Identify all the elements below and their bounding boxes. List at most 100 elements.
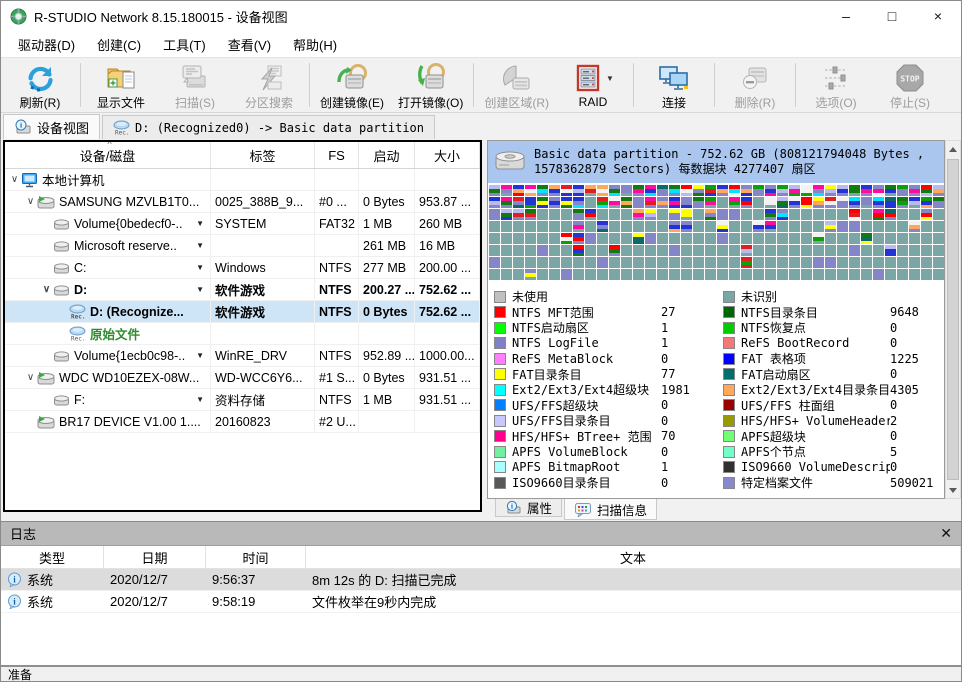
legend-item: APFS超级块0	[723, 429, 942, 445]
volume-icon	[53, 349, 70, 363]
table-row[interactable]: ∨D:▼软件游戏NTFS200.27 ...752.62 ...	[5, 279, 480, 301]
maximize-button[interactable]: □	[869, 1, 915, 31]
label-cell: Windows	[211, 257, 315, 278]
tree-column-header-2[interactable]: FS	[315, 142, 359, 168]
scan-block	[717, 269, 728, 280]
menu-item-2[interactable]: 工具(T)	[152, 31, 217, 58]
legend-count: 0	[890, 429, 942, 443]
tab-scan-information[interactable]: 扫描信息	[564, 499, 657, 520]
scan-block	[897, 197, 908, 208]
start-cell: 277 MB	[359, 257, 415, 278]
log-column-header-1[interactable]: 日期	[104, 546, 206, 568]
scan-block-map[interactable]	[488, 183, 944, 282]
table-row[interactable]: BR17 DEVICE V1.00 1....20160823#2 U...	[5, 411, 480, 433]
toolbar-button-raid[interactable]: ▼RAID	[556, 59, 630, 111]
legend-swatch	[494, 477, 506, 489]
scan-block	[693, 197, 704, 208]
log-column-header-3[interactable]: 文本	[306, 546, 961, 568]
log-row[interactable]: i系统2020/12/79:56:378m 12s 的 D: 扫描已完成	[1, 569, 961, 591]
legend-swatch	[723, 384, 735, 396]
chevron-down-icon[interactable]: ▼	[196, 241, 206, 250]
toolbar-button-show-files[interactable]: 显示文件	[84, 59, 158, 111]
scan-block	[897, 233, 908, 244]
chevron-down-icon[interactable]: ▼	[196, 395, 206, 404]
toolbar-button-connect[interactable]: 连接	[637, 59, 711, 111]
chevron-down-icon[interactable]: ▼	[606, 74, 614, 83]
menu-item-3[interactable]: 查看(V)	[217, 31, 282, 58]
scan-block	[669, 197, 680, 208]
toolbar-button-open-image[interactable]: 打开镜像(O)	[391, 59, 470, 111]
chevron-down-icon[interactable]: ▼	[196, 285, 206, 294]
chevron-down-icon[interactable]: ▼	[196, 351, 206, 360]
expander-icon[interactable]: ∨	[24, 196, 37, 207]
scan-block	[849, 209, 860, 220]
legend-label: NTFS LogFile	[512, 336, 661, 350]
toolbar-button-create-image[interactable]: 创建镜像(E)	[313, 59, 391, 111]
tab-properties[interactable]: i属性	[495, 499, 562, 517]
volume-icon	[53, 283, 70, 297]
tab-recognized-partition[interactable]: Rec.D: (Recognized0) -> Basic data parti…	[102, 115, 435, 139]
menu-item-1[interactable]: 创建(C)	[86, 31, 152, 58]
menu-item-0[interactable]: 驱动器(D)	[7, 31, 86, 58]
log-time: 9:58:19	[206, 591, 306, 612]
scrollbar-thumb[interactable]	[947, 159, 959, 480]
log-close-icon[interactable]: ✕	[940, 525, 952, 542]
scan-block	[933, 269, 944, 280]
sort-indicator-icon: ^	[108, 140, 112, 149]
scan-block	[837, 257, 848, 268]
scan-block	[657, 185, 668, 196]
legend-item: UFS/FFS超级块0	[494, 398, 713, 414]
close-button[interactable]: ×	[915, 1, 961, 31]
table-row[interactable]: ∨WDC WD10EZEX-08W...WD-WCC6Y6...#1 S...0…	[5, 367, 480, 389]
tree-column-header-3[interactable]: 启动	[359, 142, 415, 168]
tree-column-header-0[interactable]: ^设备/磁盘	[5, 142, 211, 168]
table-row[interactable]: ∨本地计算机	[5, 169, 480, 191]
minimize-button[interactable]: –	[823, 1, 869, 31]
scan-block	[537, 221, 548, 232]
tree-column-header-1[interactable]: 标签	[211, 142, 315, 168]
tab-device-view[interactable]: i设备视图	[3, 114, 100, 139]
scan-block	[753, 209, 764, 220]
log-column-header-0[interactable]: 类型	[1, 546, 104, 568]
scan-block	[801, 197, 812, 208]
size-cell: 931.51 ...	[415, 367, 480, 388]
scroll-up-icon[interactable]	[946, 141, 960, 157]
table-row[interactable]: Microsoft reserve..▼261 MB16 MB	[5, 235, 480, 257]
log-text: 文件枚举在9秒内完成	[306, 591, 961, 612]
size-cell	[415, 169, 480, 190]
device-name: D: (Recognize...	[90, 305, 184, 319]
scan-block	[897, 257, 908, 268]
scan-block	[645, 209, 656, 220]
expander-icon[interactable]: ∨	[24, 372, 37, 383]
menu-item-4[interactable]: 帮助(H)	[282, 31, 348, 58]
table-row[interactable]: Volume{1ecb0c98-..▼WinRE_DRVNTFS952.89 .…	[5, 345, 480, 367]
scan-block	[501, 233, 512, 244]
partition-info-banner[interactable]: Basic data partition - 752.62 GB (808121…	[488, 141, 944, 183]
toolbar-button-label: 刷新(R)	[20, 94, 61, 111]
status-bar: 准备	[1, 665, 961, 681]
scan-block	[549, 233, 560, 244]
expander-icon[interactable]: ∨	[8, 174, 21, 185]
scan-block	[561, 221, 572, 232]
scan-block	[885, 269, 896, 280]
chevron-down-icon[interactable]: ▼	[196, 219, 206, 228]
log-row[interactable]: i系统2020/12/79:58:19文件枚举在9秒内完成	[1, 591, 961, 613]
table-row[interactable]: C:▼WindowsNTFS277 MB200.00 ...	[5, 257, 480, 279]
toolbar-button-refresh[interactable]: 刷新(R)	[3, 59, 77, 111]
tree-column-header-4[interactable]: 大小	[415, 142, 480, 168]
scan-block	[645, 257, 656, 268]
table-row[interactable]: Rec.D: (Recognize...软件游戏NTFS0 Bytes752.6…	[5, 301, 480, 323]
expander-icon[interactable]: ∨	[40, 284, 53, 295]
chevron-down-icon[interactable]: ▼	[196, 263, 206, 272]
log-column-header-2[interactable]: 时间	[206, 546, 306, 568]
scan-block	[573, 209, 584, 220]
volume-icon	[53, 393, 70, 407]
table-row[interactable]: ∨SAMSUNG MZVLB1T0...0025_388B_9...#0 ...…	[5, 191, 480, 213]
scroll-down-icon[interactable]	[946, 482, 960, 498]
scan-block	[489, 197, 500, 208]
table-row[interactable]: Volume{0bedecf0-..▼SYSTEMFAT321 MB260 MB	[5, 213, 480, 235]
table-row[interactable]: F:▼资料存储NTFS1 MB931.51 ...	[5, 389, 480, 411]
table-row[interactable]: Rec.原始文件	[5, 323, 480, 345]
scan-block	[645, 197, 656, 208]
right-panel-scrollbar[interactable]	[945, 140, 961, 499]
